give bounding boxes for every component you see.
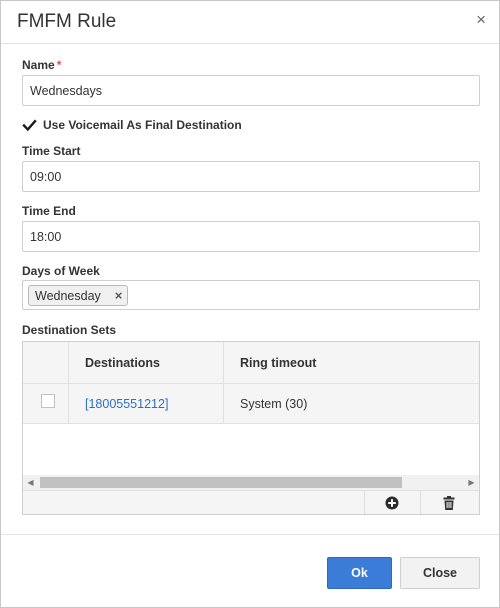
column-header-ring-timeout[interactable]: Ring timeout (240, 356, 316, 370)
time-end-input[interactable] (22, 221, 480, 252)
dialog-header: FMFM Rule × (1, 1, 499, 44)
name-label-text: Name (22, 58, 55, 72)
time-start-input[interactable] (22, 161, 480, 192)
dialog-title: FMFM Rule (17, 11, 117, 32)
days-of-week-input[interactable]: Wednesday × (22, 280, 480, 310)
time-start-label: Time Start (22, 144, 81, 158)
column-divider (68, 342, 69, 383)
close-icon[interactable]: × (476, 10, 486, 30)
name-label: Name * (22, 58, 61, 72)
scrollbar-thumb[interactable] (40, 477, 402, 488)
voicemail-checkbox-label: Use Voicemail As Final Destination (43, 118, 242, 132)
days-of-week-label: Days of Week (22, 264, 100, 278)
delete-destination-button[interactable] (421, 491, 477, 514)
destination-sets-grid: Destinations Ring timeout [18005551212] … (22, 341, 480, 515)
time-end-label: Time End (22, 204, 76, 218)
voicemail-checkbox[interactable] (22, 118, 37, 133)
scroll-right-icon[interactable]: ▶ (464, 475, 479, 490)
column-divider (223, 384, 224, 423)
grid-header: Destinations Ring timeout (23, 342, 479, 384)
voicemail-checkbox-row[interactable]: Use Voicemail As Final Destination (22, 117, 242, 133)
scroll-left-icon[interactable]: ◀ (23, 475, 38, 490)
destination-link[interactable]: [18005551212] (85, 397, 168, 411)
fmfm-rule-dialog: FMFM Rule × Name* Use Voicemail As Final… (0, 0, 500, 608)
destination-sets-label: Destination Sets (22, 323, 117, 337)
trash-icon (443, 495, 455, 510)
column-header-destinations[interactable]: Destinations (85, 356, 160, 370)
horizontal-scrollbar[interactable]: ◀ ▶ (23, 475, 479, 490)
plus-circle-icon (385, 496, 399, 509)
close-button[interactable]: Close (400, 557, 480, 589)
day-tag: Wednesday × (28, 285, 129, 306)
required-marker: * (56, 58, 62, 72)
row-select-checkbox[interactable] (41, 394, 55, 408)
day-tag-label: Wednesday (35, 288, 101, 303)
ok-button[interactable]: Ok (327, 557, 392, 589)
checkmark-icon (22, 119, 37, 131)
table-row[interactable]: [18005551212] System (30) (23, 384, 479, 424)
column-divider (223, 342, 224, 383)
ring-timeout-cell: System (30) (240, 397, 308, 411)
column-divider (68, 384, 69, 423)
tag-remove-icon[interactable]: × (115, 288, 123, 303)
grid-toolbar (23, 490, 479, 514)
add-destination-button[interactable] (364, 491, 420, 514)
dialog-footer: Ok Close (1, 534, 499, 608)
name-input[interactable] (22, 75, 480, 106)
